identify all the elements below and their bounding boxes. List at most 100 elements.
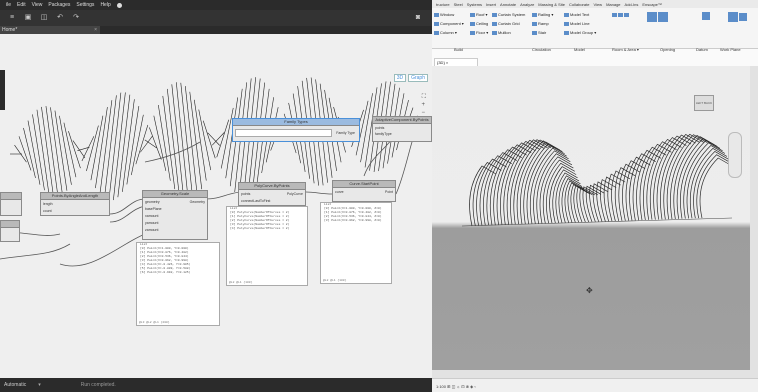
input-port[interactable]: geometry [145,200,160,204]
ceiling-button[interactable]: Ceiling [470,21,488,26]
redo-icon[interactable]: ↷ [72,14,80,22]
input-port[interactable]: count [43,209,52,213]
dynamo-statusbar: Automatic ▾ Run completed. [0,378,432,392]
ribbon-tab-enscape[interactable]: Enscape™ [642,2,662,7]
model-line-button[interactable]: Model Line [564,21,590,26]
zoom-fit-icon[interactable]: ⛶ [422,94,426,101]
railing-button[interactable]: Railing ▾ [532,12,553,17]
menu-file[interactable]: ile [6,2,11,8]
label: Ceiling [476,21,489,26]
output-port[interactable]: Geometry [190,200,205,204]
ribbon-tab-structure[interactable]: tructure [436,2,450,7]
ribbon-tab-collaborate[interactable]: Collaborate [569,2,589,7]
node-family-types[interactable]: Family Types Family Type [232,118,360,142]
zoom-in-icon[interactable]: + [421,102,425,108]
family-type-dropdown[interactable] [235,129,332,137]
output-port[interactable]: PolyCurve [287,192,303,196]
node-points-by-angle[interactable]: Points.ByAngleAndLength length count [40,192,110,216]
revit-3d-view[interactable]: LEFT BACK ✥ [432,66,758,378]
ribbon-tab-massing[interactable]: Massing & Site [538,2,565,7]
navigation-bar[interactable] [728,132,742,178]
run-mode-dropdown[interactable]: Automatic [4,382,26,388]
ribbon-tab-insert[interactable]: Insert [486,2,496,7]
ramp-button[interactable]: Ramp [532,21,549,26]
floor-button[interactable]: Floor ▾ [470,30,488,35]
menu-packages[interactable]: Packages [48,2,70,8]
watch-preview-polycurves[interactable]: List [0] PolyCurve(NumberOfCurves = 2) [… [226,206,308,286]
helix-strut [27,120,41,185]
ribbon-tab-addins[interactable]: Add-Ins [625,2,639,7]
camera-icon[interactable]: ◙ [414,14,422,22]
node-title: PolyCurve.ByPoints [239,183,305,190]
view-controls[interactable]: 1:100 ⊞ ◫ ☼ ⊡ ⊗ ◈ ‹ [436,384,476,389]
input-port[interactable]: yamount [145,221,158,225]
ribbon-tab-view[interactable]: View [593,2,602,7]
helix-strut [32,114,45,191]
vertical-scrollbar[interactable] [750,66,758,378]
tab-home[interactable]: Home* × [0,26,100,34]
watch-preview-points[interactable]: List [0] Point(X=1.000, Y=0.000) [1] Poi… [136,242,220,326]
label: Floor ▾ [476,30,489,35]
component-button[interactable]: Component ▾ [434,21,464,26]
view-mode-switch: 3D Graph [393,74,428,82]
node-adaptive-component[interactable]: AdaptiveComponent.ByPoints points family… [372,116,432,142]
input-port[interactable]: basePlane [145,207,162,211]
input-port[interactable]: length [43,202,53,206]
input-port[interactable]: familyType [375,132,392,136]
roof-button[interactable]: Roof ▾ [470,12,488,17]
label: Curtain System [498,12,526,17]
graph-view-toggle[interactable]: Graph [408,74,428,82]
model-group-button[interactable]: Model Group ▾ [564,30,596,35]
curtain-system-button[interactable]: Curtain System [492,12,525,17]
help-circle-icon[interactable] [116,2,122,8]
input-port[interactable]: zamount [145,228,158,232]
viewcube[interactable]: LEFT BACK [694,95,714,111]
background-preview-toggle[interactable]: 3D [393,74,407,82]
undo-icon[interactable]: ↶ [56,14,64,22]
column-button[interactable]: Column ▾ [434,30,457,35]
graph-canvas[interactable]: 3D Graph ⛶ + − ✥ Family Types Family Typ… [0,34,432,378]
close-icon[interactable]: × [94,26,97,34]
stair-button[interactable]: Stair [532,30,546,35]
library-toggle[interactable] [0,70,5,110]
watch-line: [3] Point(X=0.062, Y=0.998, Z=0) [324,219,382,222]
input-port[interactable]: connectLastToFirst [241,199,270,203]
node-polycurve[interactable]: PolyCurve.ByPoints points connectLastToF… [238,182,306,206]
menu-help[interactable]: Help [100,2,110,8]
chevron-down-icon[interactable]: ▾ [38,382,41,388]
node-curve-startpoint[interactable]: Curve.StartPoint curve Point [332,180,396,202]
ribbon-tab-analyze[interactable]: Analyze [520,2,534,7]
input-port[interactable]: points [375,126,384,130]
watch-preview-startpoints[interactable]: List [0] Point(X=1.000, Y=0.000, Z=0) [1… [320,202,392,284]
output-port[interactable]: Family Type [336,131,355,135]
save-icon[interactable]: ▣ [24,14,32,22]
ribbon-tab-systems[interactable]: Systems [467,2,482,7]
input-port[interactable]: points [241,192,250,196]
node-title: Curve.StartPoint [333,181,395,188]
menu-view[interactable]: View [32,2,43,8]
ribbon-tab-annotate[interactable]: Annotate [500,2,516,7]
menu-settings[interactable]: Settings [76,2,94,8]
dynamo-window: ile Edit View Packages Settings Help ≡ ▣… [0,0,432,392]
ribbon-tab-manage[interactable]: Manage [606,2,620,7]
mullion-button[interactable]: Mullion [492,30,511,35]
room-area-icons[interactable] [612,12,630,17]
panel-label-work-plane: Work Plane [720,47,741,52]
node-geometry-scale[interactable]: Geometry.Scale geometry basePlane xamoun… [142,190,208,240]
menu-edit[interactable]: Edit [17,2,26,8]
window-button[interactable]: Window [434,12,454,17]
curtain-grid-button[interactable]: Curtain Grid [492,21,520,26]
node-number-input[interactable] [0,220,20,242]
menu-icon[interactable]: ≡ [8,14,16,22]
opening-icons[interactable] [647,12,669,22]
horizontal-scrollbar[interactable] [432,370,750,378]
save-as-icon[interactable]: ◫ [40,14,48,22]
datum-icons[interactable] [702,12,711,20]
input-port[interactable]: xamount [145,214,158,218]
input-port[interactable]: curve [335,190,344,194]
workplane-icons[interactable] [728,12,748,22]
model-text-button[interactable]: Model Text [564,12,589,17]
ribbon-tab-steel[interactable]: Steel [454,2,463,7]
node-number-input[interactable] [0,192,22,216]
output-port[interactable]: Point [385,190,393,194]
